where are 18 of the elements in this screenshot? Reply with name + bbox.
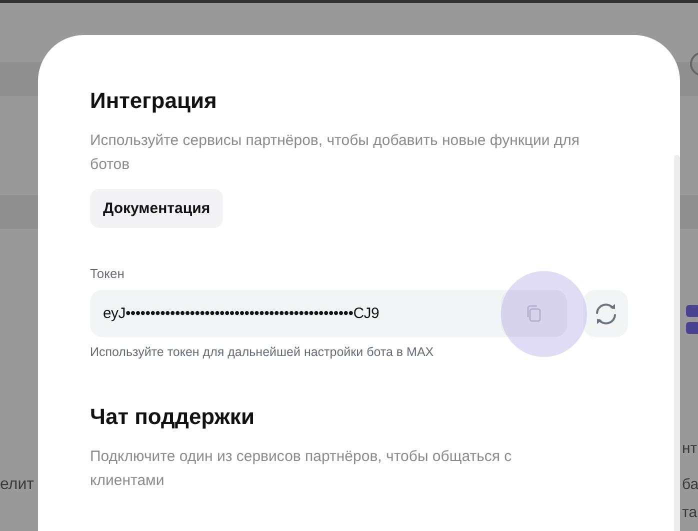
refresh-button[interactable] <box>583 290 628 337</box>
dialog-title: Интеграция <box>90 87 218 115</box>
description-text: Используйте сервисы партнёров, чтобы добавить новые функции для ботов <box>90 131 581 175</box>
copy-button[interactable] <box>501 290 567 337</box>
background-text: елит <box>0 476 34 494</box>
description-text: Подключите один из сервисов партнёров, чтобы общаться с клиентами <box>90 447 513 491</box>
square-icon <box>686 305 698 317</box>
documentation-button[interactable]: Документация <box>90 189 224 228</box>
background-text: та <box>682 504 698 521</box>
token-field[interactable]: eyJ••••••••••••••••••••••••••••••••••••••••••••••CJ9 <box>90 290 567 337</box>
section-title: Чат поддержки <box>90 403 256 431</box>
copy-icon <box>525 304 543 323</box>
background-text: нт <box>682 440 698 457</box>
token-label: Токен <box>90 266 126 281</box>
square-icon <box>686 322 698 334</box>
token-value: eyJ••••••••••••••••••••••••••••••••••••••••••••••CJ9 <box>103 305 379 322</box>
token-hint: Используйте токен для дальнейшей настройки бота в MAX <box>90 345 435 359</box>
scrollbar[interactable] <box>674 155 680 531</box>
